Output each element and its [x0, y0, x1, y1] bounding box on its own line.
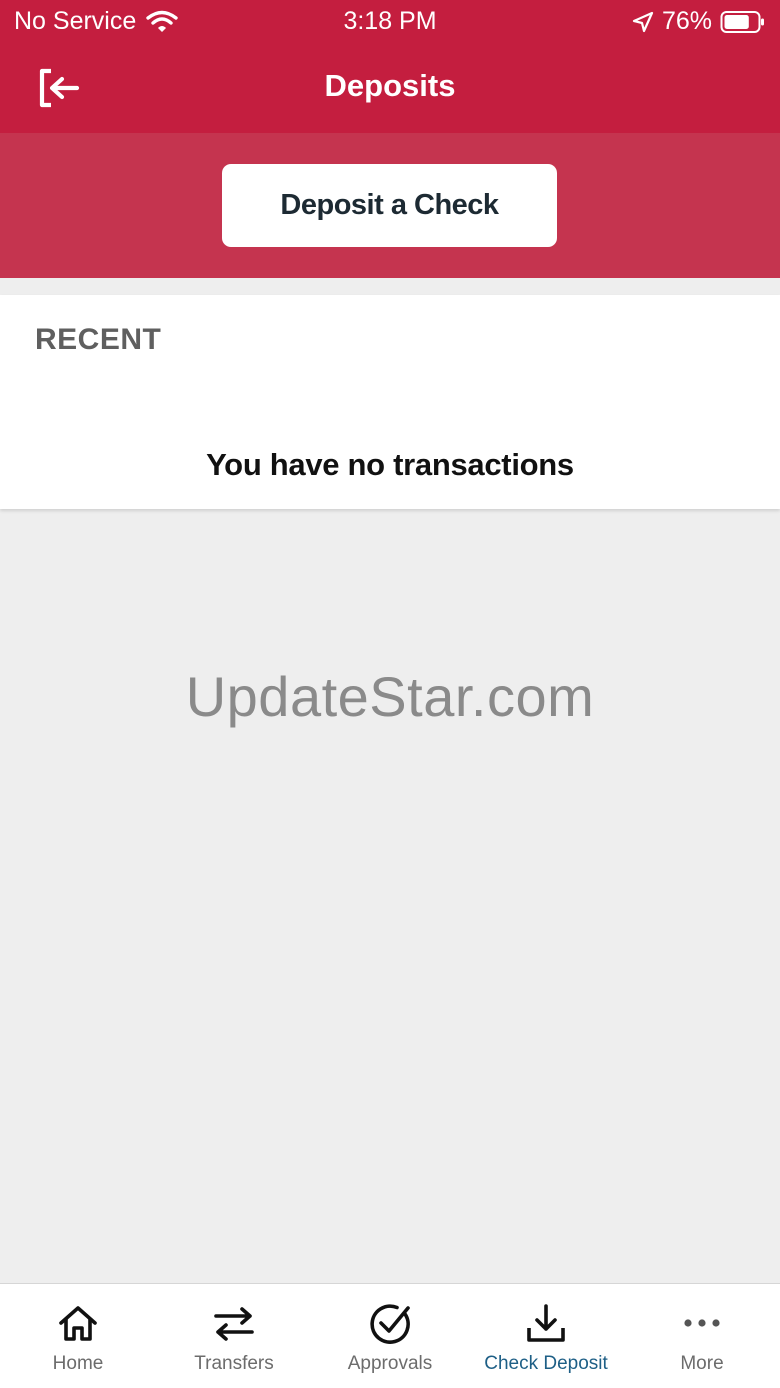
- battery-percent: 76%: [661, 7, 712, 35]
- tab-more[interactable]: More: [624, 1284, 780, 1388]
- deposit-check-button[interactable]: Deposit a Check: [222, 164, 557, 247]
- status-right: 76%: [632, 7, 766, 36]
- watermark: UpdateStar.com: [185, 665, 595, 728]
- tab-approvals[interactable]: Approvals: [312, 1284, 468, 1388]
- tab-check-deposit[interactable]: Check Deposit: [468, 1284, 624, 1388]
- page-title: Deposits: [324, 68, 456, 103]
- recent-heading: RECENT: [35, 323, 162, 356]
- tab-label-home: Home: [52, 1353, 104, 1374]
- recent-section: RECENT You have no transactions: [0, 295, 780, 509]
- tab-label-approvals: Approvals: [347, 1353, 433, 1374]
- download-tray-icon: [527, 1304, 565, 1342]
- status-bar: No Service 3:18 PM 76%: [0, 0, 780, 44]
- tab-label-more: More: [680, 1353, 724, 1374]
- battery-icon: [720, 10, 764, 33]
- more-dots-icon: [684, 1319, 720, 1327]
- home-icon: [59, 1306, 97, 1341]
- tab-label-check-deposit: Check Deposit: [484, 1353, 608, 1374]
- check-circle-icon: [370, 1304, 410, 1344]
- tab-label-transfers: Transfers: [194, 1353, 274, 1374]
- location-arrow-icon: [632, 11, 654, 32]
- empty-transactions-message: You have no transactions: [206, 447, 574, 482]
- tab-home[interactable]: Home: [0, 1284, 156, 1388]
- tab-transfers[interactable]: Transfers: [156, 1284, 312, 1388]
- tab-bar: Home Transfers Approvals Check Deposit M…: [0, 1283, 780, 1388]
- transfer-arrows-icon: [214, 1307, 254, 1341]
